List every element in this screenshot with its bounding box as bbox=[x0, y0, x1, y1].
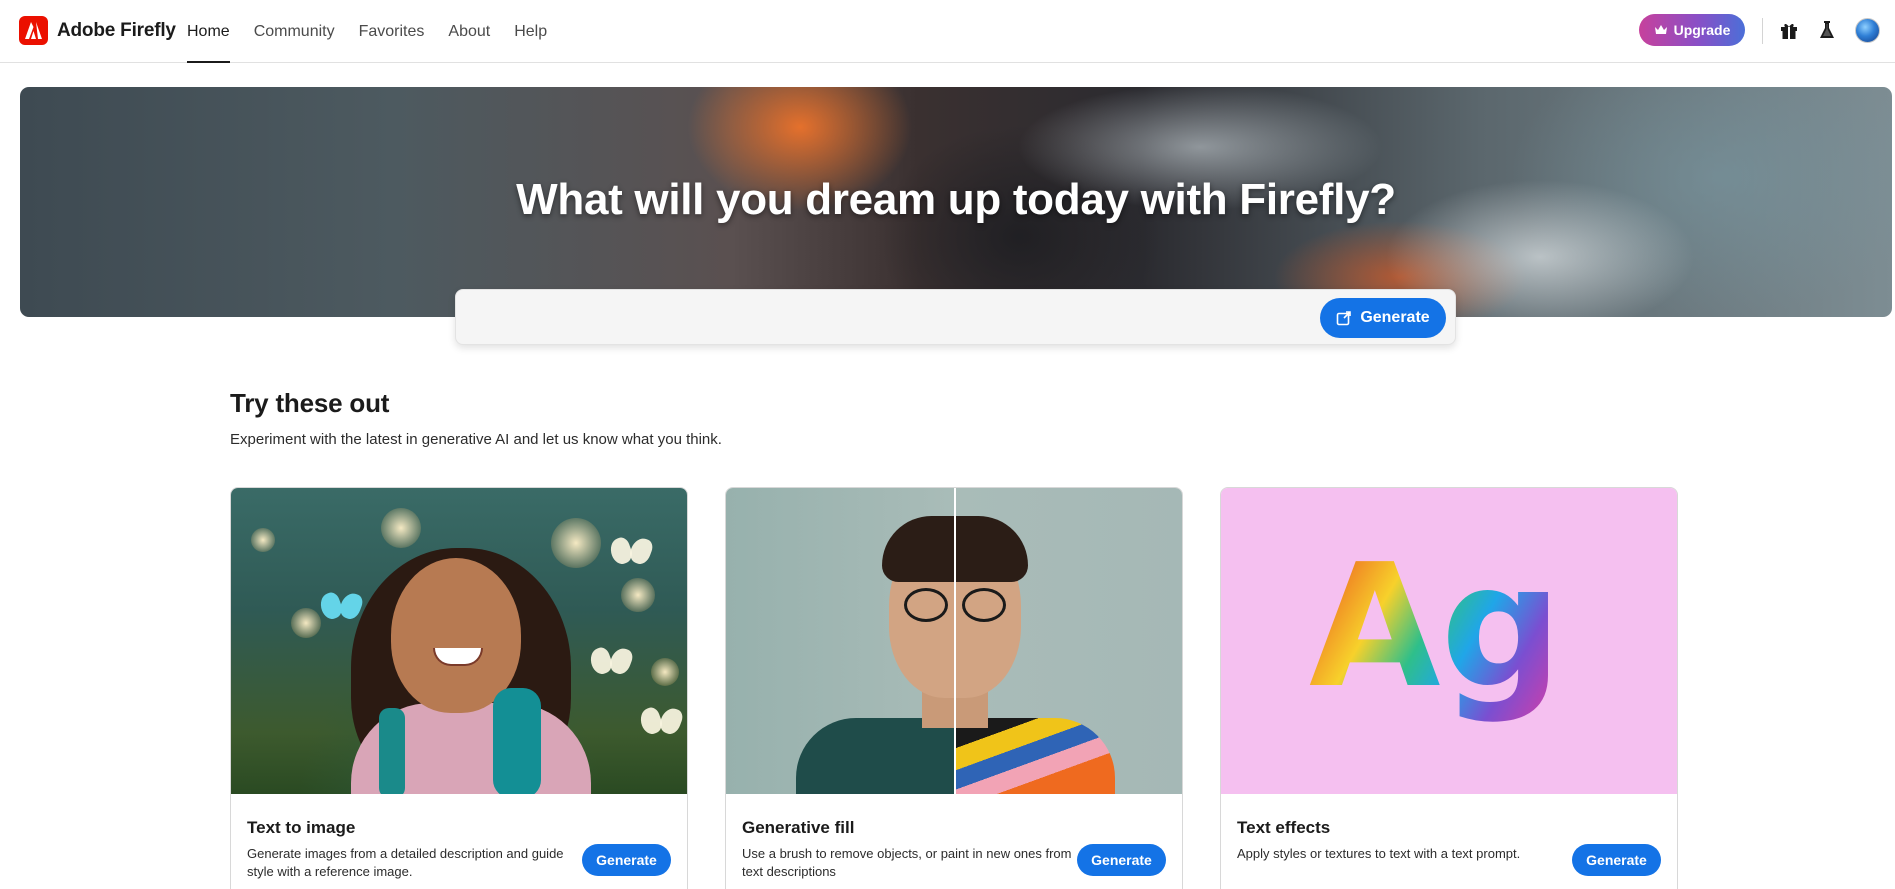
hero-generate-button[interactable]: Generate bbox=[1320, 298, 1446, 338]
app-name: Adobe Firefly bbox=[57, 19, 176, 41]
text-to-image-generate-button[interactable]: Generate bbox=[582, 844, 671, 876]
section-title: Try these out bbox=[230, 388, 390, 418]
avatar[interactable] bbox=[1855, 18, 1880, 43]
card-text-to-image[interactable]: Text to image Generate images from a det… bbox=[230, 487, 688, 889]
hero-banner: What will you dream up today with Firefl… bbox=[20, 87, 1892, 317]
adobe-firefly-logo[interactable]: Adobe Firefly bbox=[19, 16, 176, 45]
card-generative-fill[interactable]: Generative fill Use a brush to remove ob… bbox=[725, 487, 1183, 889]
crown-icon bbox=[1654, 24, 1668, 36]
card-title: Text to image bbox=[247, 818, 356, 837]
text-effects-preview: Ag bbox=[1221, 488, 1677, 794]
nav-community[interactable]: Community bbox=[254, 0, 335, 63]
gift-icon[interactable] bbox=[1777, 18, 1801, 42]
nav-about[interactable]: About bbox=[448, 0, 490, 63]
nav-favorites[interactable]: Favorites bbox=[359, 0, 425, 63]
labs-flask-icon[interactable] bbox=[1815, 18, 1839, 42]
card-text-effects[interactable]: Ag Text effects Apply styles or textures… bbox=[1220, 487, 1678, 889]
card-description: Apply styles or textures to text with a … bbox=[1237, 846, 1521, 861]
adobe-logo-icon bbox=[19, 16, 48, 45]
prompt-bar: Generate bbox=[455, 289, 1456, 345]
main-nav: Home Community Favorites About Help bbox=[187, 0, 571, 63]
card-description: Generate images from a detailed descript… bbox=[247, 846, 564, 879]
card-description: Use a brush to remove objects, or paint … bbox=[742, 846, 1072, 879]
text-effects-sample: Ag bbox=[1309, 528, 1563, 726]
nav-help[interactable]: Help bbox=[514, 0, 547, 63]
text-to-image-preview bbox=[231, 488, 687, 794]
top-navigation-bar: Adobe Firefly Home Community Favorites A… bbox=[0, 0, 1895, 63]
nav-home[interactable]: Home bbox=[187, 0, 230, 63]
section-subtitle: Experiment with the latest in generative… bbox=[230, 431, 722, 448]
upgrade-button[interactable]: Upgrade bbox=[1639, 14, 1745, 46]
generative-fill-generate-button[interactable]: Generate bbox=[1077, 844, 1166, 876]
header-divider bbox=[1762, 18, 1763, 44]
generate-icon bbox=[1336, 310, 1352, 326]
hero-generate-label: Generate bbox=[1360, 309, 1430, 326]
card-title: Generative fill bbox=[742, 818, 855, 837]
prompt-input[interactable] bbox=[472, 302, 1312, 332]
upgrade-label: Upgrade bbox=[1673, 22, 1731, 38]
generative-fill-preview bbox=[726, 488, 1182, 794]
card-title: Text effects bbox=[1237, 818, 1331, 837]
hero-title: What will you dream up today with Firefl… bbox=[516, 175, 1396, 224]
text-effects-generate-button[interactable]: Generate bbox=[1572, 844, 1661, 876]
